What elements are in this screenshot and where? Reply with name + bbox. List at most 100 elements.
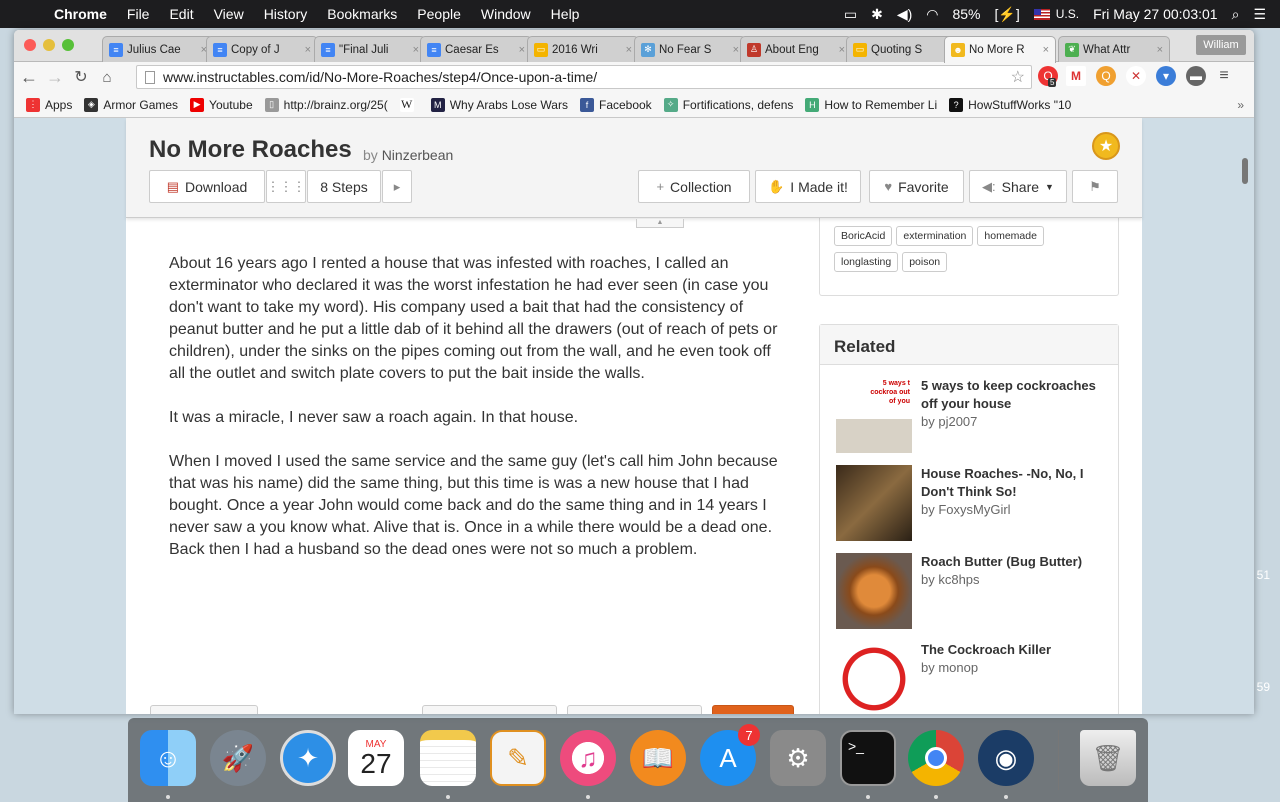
shuffle-extension-icon[interactable]: ✕ <box>1126 66 1146 86</box>
chat-extension-icon[interactable]: ▬ <box>1186 66 1206 86</box>
input-source[interactable]: U.S. <box>1056 7 1079 21</box>
steps-dropdown[interactable]: 8 Steps <box>307 170 381 203</box>
related-item[interactable]: 5 ways t cockroa out of you 5 ways to kee… <box>836 377 1106 457</box>
steps-grid-button[interactable]: ⋮⋮⋮ <box>266 170 306 203</box>
tab[interactable]: ≡ Caesar Es × <box>420 36 532 62</box>
related-item[interactable]: House Roaches- -No, No, I Don't Think So… <box>836 465 1106 545</box>
bookmark-item[interactable]: ✧ Fortifications, defens <box>663 97 793 112</box>
related-item[interactable]: The Cockroach Killer by monop <box>836 641 1106 714</box>
bookmark-item[interactable]: ⋮ Apps <box>26 97 72 112</box>
q-extension-icon[interactable]: Q <box>1096 66 1116 86</box>
download-button[interactable]: ▤ Download <box>149 170 265 203</box>
tag[interactable]: poison <box>902 252 948 272</box>
author-link[interactable]: Ninzerbean <box>382 147 454 163</box>
collection-button[interactable]: + Collection <box>638 170 750 203</box>
bookmark-item[interactable]: ▯ http://brainz.org/25( <box>264 97 388 112</box>
calendar-icon[interactable]: MAY 27 <box>348 730 404 786</box>
url-text[interactable]: www.instructables.com/id/No-More-Roaches… <box>163 69 597 85</box>
menu-window[interactable]: Window <box>481 6 531 22</box>
airplay-icon[interactable]: ▭ <box>844 6 857 23</box>
related-thumbnail[interactable]: 5 ways t cockroa out of you <box>836 377 912 453</box>
tab[interactable]: ♙ About Eng × <box>740 36 852 62</box>
related-item[interactable]: Roach Butter (Bug Butter) by kc8hps <box>836 553 1106 633</box>
tab[interactable]: ❦ What Attr × <box>1058 36 1170 62</box>
menu-history[interactable]: History <box>264 6 308 22</box>
menu-view[interactable]: View <box>214 6 244 22</box>
finder-icon[interactable]: ☺ <box>140 730 196 786</box>
launchpad-icon[interactable]: 🚀 <box>210 730 266 786</box>
menu-people[interactable]: People <box>417 6 461 22</box>
related-author[interactable]: by pj2007 <box>921 413 1106 431</box>
back-arrow-icon[interactable]: ← <box>18 67 40 88</box>
bookmark-item[interactable]: ▶ Youtube <box>190 97 253 112</box>
menu-bookmarks[interactable]: Bookmarks <box>327 6 397 22</box>
related-thumbnail[interactable] <box>836 553 912 629</box>
bookmark-item[interactable]: ◈ Armor Games <box>84 97 178 112</box>
bookmark-item[interactable]: f Facebook <box>579 97 652 112</box>
bottom-button[interactable] <box>150 705 258 714</box>
steam-icon[interactable]: ◉ <box>978 730 1034 786</box>
battery-percent[interactable]: 85% <box>952 6 980 22</box>
trash-icon[interactable]: 🗑 <box>1080 730 1136 786</box>
collapse-header-button[interactable]: ▲ <box>636 219 684 228</box>
profile-button[interactable]: William <box>1196 35 1246 55</box>
itunes-icon[interactable]: ♫ <box>560 730 616 786</box>
volume-icon[interactable]: ◀) <box>897 6 912 23</box>
notification-center-icon[interactable]: ☰ <box>1253 6 1266 23</box>
menu-help[interactable]: Help <box>551 6 580 22</box>
ibooks-icon[interactable]: 📖 <box>630 730 686 786</box>
address-bar[interactable]: www.instructables.com/id/No-More-Roaches… <box>136 65 1032 89</box>
tag[interactable]: longlasting <box>834 252 899 272</box>
notes-icon[interactable] <box>420 730 476 786</box>
bookmark-item[interactable]: ? HowStuffWorks "10 <box>949 97 1071 112</box>
bottom-button[interactable] <box>567 705 702 714</box>
next-step-button[interactable]: ▸ <box>382 170 412 203</box>
clock[interactable]: Fri May 27 00:03:01 <box>1093 6 1218 22</box>
related-title[interactable]: House Roaches- -No, No, I Don't Think So… <box>921 466 1084 499</box>
chrome-menu-icon[interactable]: ≡ <box>1214 66 1234 86</box>
related-author[interactable]: by kc8hps <box>921 571 1082 589</box>
related-thumbnail[interactable] <box>836 641 912 714</box>
spotlight-icon[interactable]: ⌕ <box>1232 6 1240 23</box>
related-title[interactable]: Roach Butter (Bug Butter) <box>921 554 1082 569</box>
bookmark-item[interactable]: M Why Arabs Lose Wars <box>430 97 568 112</box>
tab[interactable]: ✻ No Fear S × <box>634 36 746 62</box>
gmail-icon[interactable]: M <box>1066 66 1086 86</box>
close-tab-icon[interactable]: × <box>733 44 739 56</box>
forward-arrow-icon[interactable]: → <box>44 67 66 88</box>
reload-icon[interactable]: ↻ <box>70 67 92 87</box>
bookmarks-overflow-icon[interactable]: » <box>1237 98 1244 112</box>
related-author[interactable]: by monop <box>921 659 1051 677</box>
bottom-button-orange[interactable] <box>712 705 794 714</box>
menu-app-name[interactable]: Chrome <box>54 6 107 22</box>
flag-button[interactable]: ⚑ <box>1072 170 1118 203</box>
pages-icon[interactable]: ✎ <box>490 730 546 786</box>
wifi-icon[interactable]: ◠ <box>926 6 938 23</box>
close-window-button[interactable] <box>24 39 36 51</box>
safari-icon[interactable]: ✦ <box>280 730 336 786</box>
close-tab-icon[interactable]: × <box>626 44 632 56</box>
shield-extension-icon[interactable]: ▾ <box>1156 66 1176 86</box>
close-tab-icon[interactable]: × <box>1157 44 1163 56</box>
zoom-window-button[interactable] <box>62 39 74 51</box>
tag[interactable]: homemade <box>977 226 1044 246</box>
menu-file[interactable]: File <box>127 6 150 22</box>
close-tab-icon[interactable]: × <box>1043 44 1049 56</box>
scrollbar[interactable] <box>1242 158 1248 184</box>
close-tab-icon[interactable]: × <box>413 44 419 56</box>
input-flag-icon[interactable] <box>1033 8 1050 20</box>
related-thumbnail[interactable] <box>836 465 912 541</box>
tag[interactable]: BoricAcid <box>834 226 893 246</box>
tab[interactable]: ☻ No More R × <box>944 36 1056 63</box>
home-icon[interactable]: ⌂ <box>96 69 118 86</box>
bookmark-item[interactable]: W <box>399 97 419 112</box>
tab[interactable]: ≡ Copy of J × <box>206 36 318 62</box>
battery-icon[interactable]: [⚡] <box>995 6 1020 23</box>
related-title[interactable]: The Cockroach Killer <box>921 642 1051 657</box>
tab[interactable]: ▭ 2016 Wri × <box>527 36 639 62</box>
system-preferences-icon[interactable]: ⚙ <box>770 730 826 786</box>
terminal-icon[interactable]: >_ <box>840 730 896 786</box>
favorite-button[interactable]: ♥ Favorite <box>869 170 964 203</box>
app-store-icon[interactable]: A 7 <box>700 724 760 786</box>
close-tab-icon[interactable]: × <box>839 44 845 56</box>
